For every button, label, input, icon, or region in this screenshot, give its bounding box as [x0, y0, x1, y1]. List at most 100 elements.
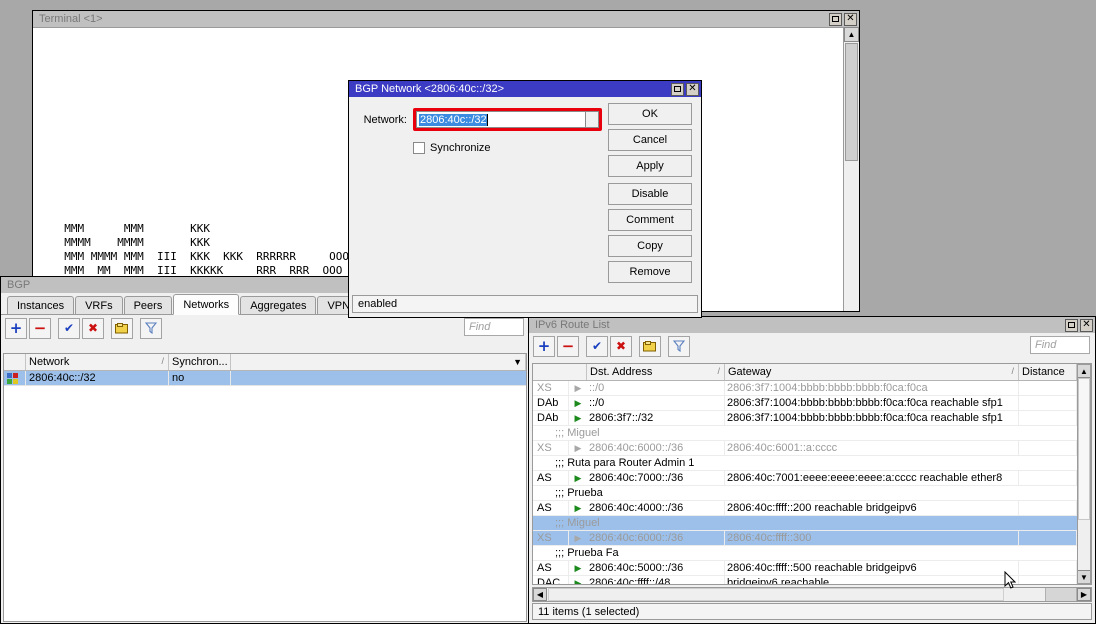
route-comment-row[interactable]: ;;; Prueba — [533, 486, 1091, 501]
terminal-titlebar[interactable]: Terminal <1> ✕ — [33, 11, 859, 27]
column-label: Network — [29, 356, 69, 368]
column-header-dst-address[interactable]: Dst. Address / — [587, 364, 725, 380]
route-comment-row[interactable]: ;;; Miguel — [533, 516, 1091, 531]
route-expand-icon[interactable]: ▶ — [569, 411, 587, 426]
table-row[interactable]: DAb▶::/02806:3f7:1004:bbbb:bbbb:bbbb:f0c… — [533, 396, 1091, 411]
maximize-icon[interactable] — [829, 13, 842, 26]
maximize-icon[interactable] — [671, 83, 684, 96]
bgp-window[interactable]: BGP Instances VRFs Peers Networks Aggreg… — [0, 276, 530, 624]
terminal-vertical-scrollbar[interactable]: ▲ — [843, 27, 859, 311]
route-find-input[interactable]: Find — [1030, 336, 1090, 354]
table-row[interactable]: XS▶::/02806:3f7:1004:bbbb:bbbb:bbbb:f0ca… — [533, 381, 1091, 396]
ok-button[interactable]: OK — [608, 103, 692, 125]
scrollbar-track[interactable] — [1045, 588, 1077, 601]
route-expand-icon[interactable]: ▶ — [569, 561, 587, 576]
route-expand-icon[interactable]: ▶ — [569, 501, 587, 516]
table-row[interactable]: AS▶2806:40c:4000::/362806:40c:ffff::200 … — [533, 501, 1091, 516]
close-icon[interactable]: ✕ — [686, 83, 699, 96]
scroll-left-icon[interactable]: ◀ — [533, 588, 547, 601]
filter-icon[interactable] — [140, 318, 162, 339]
terminal-title: Terminal <1> — [39, 13, 829, 25]
dialog-titlebar[interactable]: BGP Network <2806:40c::/32> ✕ — [349, 81, 701, 97]
tab-instances[interactable]: Instances — [7, 296, 74, 314]
column-menu-icon[interactable]: ▼ — [231, 354, 526, 370]
route-expand-icon[interactable]: ▶ — [569, 531, 587, 546]
close-icon[interactable]: ✕ — [844, 13, 857, 26]
remove-button[interactable]: Remove — [608, 261, 692, 283]
remove-icon[interactable]: − — [29, 318, 51, 339]
route-expand-icon[interactable]: ▶ — [569, 381, 587, 396]
enable-icon[interactable]: ✔ — [58, 318, 80, 339]
apply-button[interactable]: Apply — [608, 155, 692, 177]
synchronize-checkbox[interactable] — [413, 142, 425, 154]
comment-icon[interactable] — [639, 336, 661, 357]
route-comment-row[interactable]: ;;; Ruta para Router Admin 1 — [533, 456, 1091, 471]
synchronize-row[interactable]: Synchronize — [413, 142, 603, 154]
route-comment-row[interactable]: ;;; Miguel — [533, 426, 1091, 441]
cell-gateway: 2806:40c:ffff::500 reachable bridgeipv6 — [725, 561, 1019, 576]
column-header-network[interactable]: Network / — [26, 354, 169, 370]
tab-aggregates[interactable]: Aggregates — [240, 296, 316, 314]
table-row[interactable]: XS▶2806:40c:6000::/362806:40c:6001::a:cc… — [533, 441, 1091, 456]
scrollbar-thumb[interactable] — [548, 588, 1004, 601]
disable-icon[interactable]: ✖ — [610, 336, 632, 357]
bgp-find-input[interactable]: Find — [464, 318, 524, 336]
network-input[interactable]: 2806:40c::/32 — [416, 111, 586, 128]
cell-gateway: 2806:3f7:1004:bbbb:bbbb:bbbb:f0ca:f0ca r… — [725, 411, 1019, 426]
add-icon[interactable]: + — [533, 336, 555, 357]
bgp-network-dialog[interactable]: BGP Network <2806:40c::/32> ✕ Network: 2… — [348, 80, 702, 318]
network-input-addon[interactable] — [586, 111, 599, 128]
route-horizontal-scrollbar[interactable]: ◀ ▶ — [532, 587, 1092, 602]
route-expand-icon[interactable]: ▶ — [569, 471, 587, 486]
tab-label: Peers — [134, 300, 163, 312]
scroll-down-icon[interactable]: ▼ — [1078, 570, 1090, 583]
tab-peers[interactable]: Peers — [124, 296, 173, 314]
column-header-distance[interactable]: Distance — [1019, 364, 1077, 380]
route-expand-icon[interactable]: ▶ — [569, 441, 587, 456]
disable-icon[interactable]: ✖ — [82, 318, 104, 339]
route-expand-icon[interactable]: ▶ — [569, 576, 587, 586]
bgp-networks-grid[interactable]: Network / Synchron... ▼ 2806:40c::/32 no — [3, 353, 527, 622]
column-header-icon[interactable] — [4, 354, 26, 370]
scroll-up-icon[interactable]: ▲ — [1078, 365, 1090, 378]
route-toolbar[interactable]: + − ✔ ✖ Find — [529, 333, 1095, 359]
remove-icon[interactable]: − — [557, 336, 579, 357]
route-vertical-scrollbar[interactable]: ▲ ▼ — [1077, 364, 1091, 584]
scroll-right-icon[interactable]: ▶ — [1077, 588, 1091, 601]
close-icon[interactable]: ✕ — [1080, 319, 1093, 332]
route-expand-icon[interactable]: ▶ — [569, 396, 587, 411]
scrollbar-thumb[interactable] — [845, 43, 858, 161]
scrollbar-thumb[interactable] — [1078, 378, 1090, 520]
route-comment-text: ;;; Prueba — [533, 486, 1091, 501]
add-icon[interactable]: + — [5, 318, 27, 339]
table-row[interactable]: XS▶2806:40c:6000::/362806:40c:ffff::300 — [533, 531, 1091, 546]
ipv6-route-list-window[interactable]: IPv6 Route List ✕ + − ✔ ✖ Find Dst. Addr… — [528, 316, 1096, 624]
bgp-toolbar[interactable]: + − ✔ ✖ Find — [1, 315, 529, 341]
route-grid-header: Dst. Address / Gateway / Distance ▼ — [533, 364, 1091, 381]
table-row[interactable]: AS▶2806:40c:5000::/362806:40c:ffff::500 … — [533, 561, 1091, 576]
enable-icon[interactable]: ✔ — [586, 336, 608, 357]
folder-glyph — [115, 323, 129, 334]
cell-dst-address: 2806:3f7::/32 — [587, 411, 725, 426]
cancel-button[interactable]: Cancel — [608, 129, 692, 151]
copy-button[interactable]: Copy — [608, 235, 692, 257]
route-titlebar[interactable]: IPv6 Route List ✕ — [529, 317, 1095, 333]
comment-button[interactable]: Comment — [608, 209, 692, 231]
maximize-icon[interactable] — [1065, 319, 1078, 332]
scroll-up-icon[interactable]: ▲ — [844, 27, 859, 42]
table-row[interactable]: 2806:40c::/32 no — [4, 371, 526, 386]
tab-vrfs[interactable]: VRFs — [75, 296, 123, 314]
column-header-flags[interactable] — [533, 364, 587, 380]
disable-button[interactable]: Disable — [608, 183, 692, 205]
tab-networks[interactable]: Networks — [173, 294, 239, 315]
cell-flags: AS — [533, 501, 569, 516]
comment-icon[interactable] — [111, 318, 133, 339]
route-comment-row[interactable]: ;;; Prueba Fa — [533, 546, 1091, 561]
table-row[interactable]: DAC▶2806:40c:ffff::/48bridgeipv6 reachab… — [533, 576, 1091, 585]
filter-icon[interactable] — [668, 336, 690, 357]
table-row[interactable]: AS▶2806:40c:7000::/362806:40c:7001:eeee:… — [533, 471, 1091, 486]
route-grid[interactable]: Dst. Address / Gateway / Distance ▼ XS▶:… — [532, 363, 1092, 585]
column-header-gateway[interactable]: Gateway / — [725, 364, 1019, 380]
column-header-synchronize[interactable]: Synchron... — [169, 354, 231, 370]
table-row[interactable]: DAb▶2806:3f7::/322806:3f7:1004:bbbb:bbbb… — [533, 411, 1091, 426]
